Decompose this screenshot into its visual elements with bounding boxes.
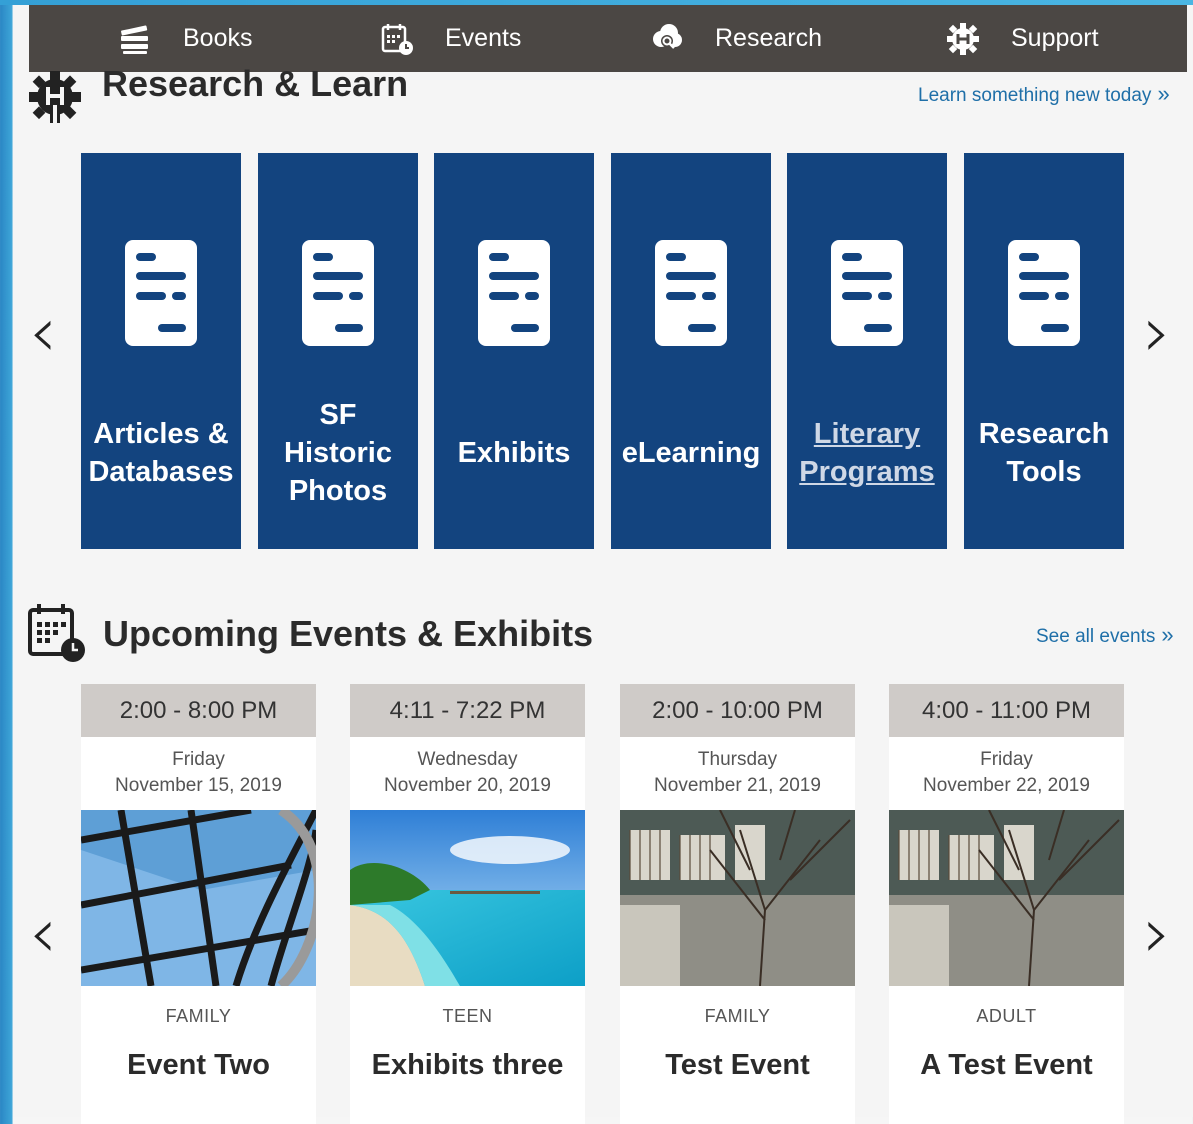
event-name: A Test Event <box>920 1049 1093 1081</box>
see-all-events-link[interactable]: See all events» <box>1036 622 1174 648</box>
nav-item-label: Books <box>183 24 253 52</box>
tile-label: eLearning <box>621 437 761 469</box>
document-icon <box>302 240 374 346</box>
double-chevron-right-icon: » <box>1161 622 1174 647</box>
nav-item-books[interactable]: Books <box>117 5 252 72</box>
research-tile-research-tools[interactable]: Research Tools <box>964 153 1124 549</box>
nav-item-label: Events <box>445 24 522 52</box>
event-card[interactable]: 4:11 - 7:22 PM Wednesday November 20, 20… <box>350 684 585 1124</box>
event-day: Friday <box>172 749 225 770</box>
research-cloud-icon <box>649 21 685 57</box>
event-name: Test Event <box>665 1049 810 1081</box>
event-time: 2:00 - 10:00 PM <box>620 684 855 737</box>
event-image <box>81 810 316 986</box>
main-nav: Books Events Research Support <box>29 5 1187 72</box>
tile-label: Research Tools <box>978 418 1110 488</box>
document-icon <box>478 240 550 346</box>
event-category: ADULT <box>976 1006 1037 1026</box>
event-category: FAMILY <box>165 1006 232 1026</box>
research-next-arrow[interactable]: › <box>1143 297 1171 367</box>
event-date: November 22, 2019 <box>923 775 1090 796</box>
document-icon <box>831 240 903 346</box>
research-tile-articles[interactable]: Articles & Databases <box>81 153 241 549</box>
gear-hands-icon <box>29 67 81 132</box>
event-image <box>889 810 1124 986</box>
gear-hands-icon <box>945 21 981 57</box>
nav-item-events[interactable]: Events <box>379 5 521 72</box>
link-label: Learn something new today <box>918 85 1152 106</box>
page: Books Events Research Support Research &… <box>13 5 1193 1124</box>
event-name: Event Two <box>127 1049 270 1081</box>
event-image <box>350 810 585 986</box>
link-label: See all events <box>1036 626 1156 647</box>
tile-label: Literary Programs <box>799 418 935 488</box>
learn-something-link[interactable]: Learn something new today» <box>918 81 1170 107</box>
event-name: Exhibits three <box>371 1049 564 1081</box>
section-title-research: Research & Learn <box>102 63 409 104</box>
tile-label: SF Historic Photos <box>284 399 392 507</box>
tile-label: Articles & Databases <box>88 418 234 488</box>
event-card[interactable]: 4:00 - 11:00 PM Friday November 22, 2019… <box>889 684 1124 1124</box>
nav-item-support[interactable]: Support <box>945 5 1099 72</box>
event-time: 4:00 - 11:00 PM <box>889 684 1124 737</box>
tile-label: Exhibits <box>457 437 571 469</box>
nav-item-label: Support <box>1011 24 1099 52</box>
research-tile-elearning[interactable]: eLearning <box>611 153 771 549</box>
events-next-arrow[interactable]: › <box>1143 898 1171 968</box>
event-day: Thursday <box>697 749 778 770</box>
event-date: November 20, 2019 <box>384 775 551 796</box>
research-tile-exhibits[interactable]: Exhibits <box>434 153 594 549</box>
event-day: Wednesday <box>417 749 518 770</box>
events-prev-arrow[interactable]: ‹ <box>29 898 57 968</box>
research-tile-literary-programs[interactable]: Literary Programs <box>787 153 947 549</box>
event-date: November 21, 2019 <box>654 775 821 796</box>
nav-item-label: Research <box>715 24 822 52</box>
event-date: November 15, 2019 <box>115 775 282 796</box>
calendar-clock-icon <box>379 21 415 57</box>
event-time: 2:00 - 8:00 PM <box>81 684 316 737</box>
event-card[interactable]: 2:00 - 10:00 PM Thursday November 21, 20… <box>620 684 855 1124</box>
event-time: 4:11 - 7:22 PM <box>350 684 585 737</box>
document-icon <box>125 240 197 346</box>
document-icon <box>655 240 727 346</box>
event-day: Friday <box>980 749 1033 770</box>
event-card[interactable]: 2:00 - 8:00 PM Friday November 15, 2019 … <box>81 684 316 1124</box>
event-category: TEEN <box>442 1006 493 1026</box>
event-image <box>620 810 855 986</box>
research-prev-arrow[interactable]: ‹ <box>29 297 57 367</box>
books-icon <box>117 21 153 57</box>
calendar-clock-icon <box>27 602 87 669</box>
research-tile-historic-photos[interactable]: SF Historic Photos <box>258 153 418 549</box>
document-icon <box>1008 240 1080 346</box>
section-title-events: Upcoming Events & Exhibits <box>103 613 594 654</box>
nav-item-research[interactable]: Research <box>649 5 822 72</box>
double-chevron-right-icon: » <box>1157 81 1170 106</box>
event-category: FAMILY <box>704 1006 771 1026</box>
